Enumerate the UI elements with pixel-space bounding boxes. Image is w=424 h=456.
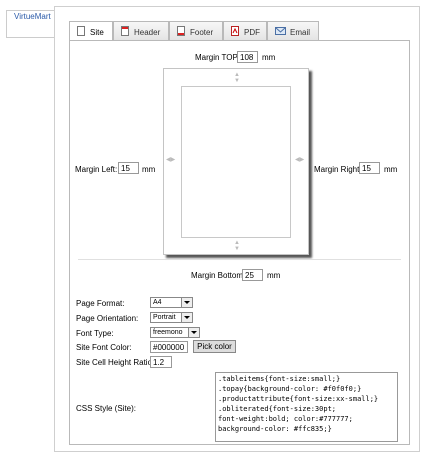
- page-format-select[interactable]: A4: [150, 297, 193, 308]
- pick-color-button[interactable]: Pick color: [193, 340, 236, 353]
- cell-height-ratio-input[interactable]: [150, 356, 172, 368]
- font-color-input[interactable]: [150, 341, 188, 353]
- tab-footer[interactable]: Footer: [169, 21, 223, 41]
- page-preview: ▲ ▼ ▲ ▼ ◀▶ ◀▶: [163, 68, 309, 255]
- font-color-label: Site Font Color:: [76, 343, 132, 352]
- arrow-top-icon: ▲ ▼: [234, 72, 240, 84]
- footer-icon: [177, 26, 185, 36]
- arrow-bottom-icon: ▲ ▼: [234, 240, 240, 252]
- font-type-select[interactable]: freemono: [150, 327, 200, 338]
- font-type-label: Font Type:: [76, 329, 114, 338]
- margin-right-label: Margin Right:: [314, 165, 362, 174]
- page-orientation-select[interactable]: Portrait: [150, 312, 193, 323]
- margin-bottom-input[interactable]: [242, 269, 263, 281]
- sidebar-tab-virtuemart[interactable]: VirtueMart: [6, 10, 55, 38]
- pdf-icon: [231, 26, 239, 36]
- tab-pdf[interactable]: PDF: [223, 21, 267, 41]
- tab-pdf-label: PDF: [244, 28, 260, 37]
- tab-email-label: Email: [290, 28, 311, 37]
- page-orientation-value: Portrait: [153, 314, 176, 321]
- chevron-down-icon: [181, 298, 192, 307]
- tab-site-label: Site: [90, 28, 104, 37]
- font-type-value: freemono: [153, 329, 183, 336]
- email-icon: [275, 27, 286, 35]
- margin-right-input[interactable]: [359, 162, 380, 174]
- css-style-label: CSS Style (Site):: [76, 404, 137, 413]
- tab-email[interactable]: Email: [267, 21, 319, 41]
- document-icon: [77, 26, 85, 36]
- settings-panel: Site Header Footer PDF Email Margin TOP:…: [54, 6, 420, 452]
- header-icon: [121, 26, 129, 36]
- chevron-down-icon: [181, 313, 192, 322]
- cell-height-ratio-label: Site Cell Height Ratio:: [76, 358, 155, 367]
- margin-bottom-unit: mm: [267, 271, 281, 280]
- margin-left-input[interactable]: [118, 162, 139, 174]
- margin-top-unit: mm: [262, 53, 276, 62]
- tab-site[interactable]: Site: [69, 21, 113, 42]
- page-format-value: A4: [153, 299, 162, 306]
- arrow-right-icon: ◀▶: [295, 157, 305, 163]
- sidebar-tab-label: VirtueMart: [14, 12, 51, 21]
- margin-top-label: Margin TOP:: [195, 53, 241, 62]
- margin-right-unit: mm: [384, 165, 398, 174]
- chevron-down-icon: [188, 328, 199, 337]
- page-orientation-label: Page Orientation:: [76, 314, 139, 323]
- margin-bottom-label: Margin Bottom:: [191, 271, 246, 280]
- margin-top-input[interactable]: [237, 51, 258, 63]
- tab-header[interactable]: Header: [113, 21, 169, 41]
- site-settings-content: Margin TOP: mm ▲▼ ▲▼ ◀▶ ◀▶ Margin Left: …: [69, 40, 410, 445]
- tab-footer-label: Footer: [190, 28, 214, 37]
- margin-left-unit: mm: [142, 165, 156, 174]
- arrow-left-icon: ◀▶: [166, 157, 176, 163]
- css-style-textarea[interactable]: .tableitems{font-size:small;} .topay{bac…: [215, 372, 398, 442]
- section-divider: [78, 259, 401, 260]
- page-format-label: Page Format:: [76, 299, 125, 308]
- margin-left-label: Margin Left:: [75, 165, 118, 174]
- tab-header-label: Header: [134, 28, 161, 37]
- page-printable-area: [181, 86, 291, 238]
